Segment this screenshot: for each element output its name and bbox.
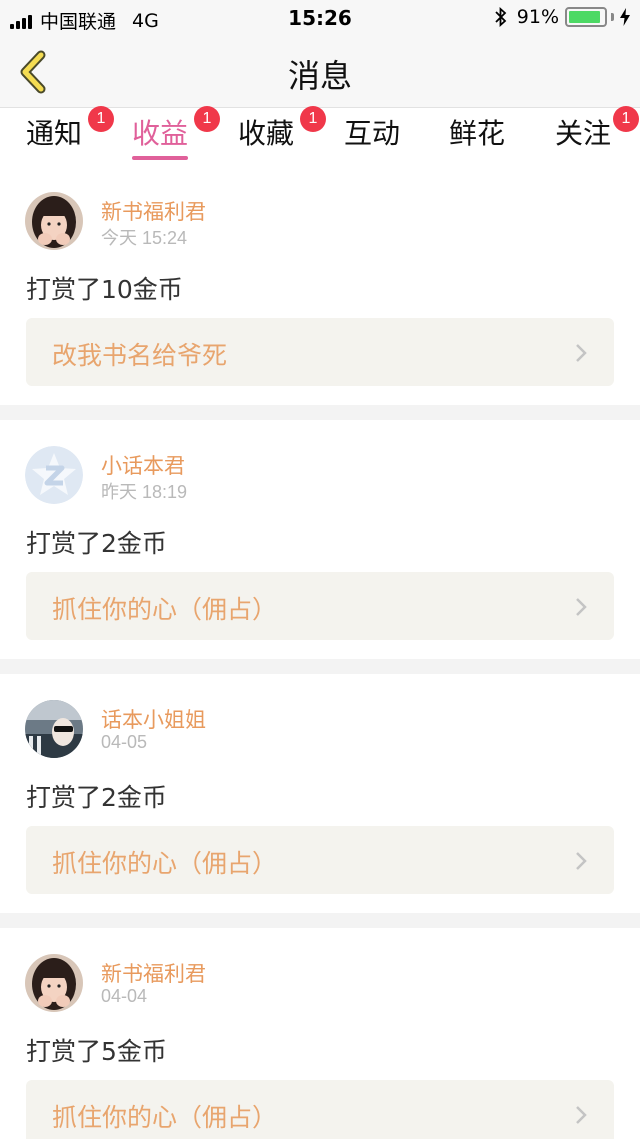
- sender-name[interactable]: 小话本君: [101, 450, 185, 480]
- message-time: 昨天 18:19: [101, 482, 188, 502]
- tab-following[interactable]: 关注 1: [543, 106, 639, 166]
- unread-badge: 1: [194, 106, 220, 132]
- book-title: 抓住你的心（佣占）: [52, 595, 278, 624]
- reward-text: 打赏了2金币: [26, 783, 167, 812]
- tab-earnings[interactable]: 收益 1: [120, 106, 220, 166]
- chevron-right-icon: [576, 344, 587, 362]
- divider: [0, 913, 640, 928]
- divider: [0, 405, 640, 420]
- sender-name[interactable]: 话本小姐姐: [101, 704, 206, 734]
- status-bar: 中国联通 4G 15:26 91%: [0, 0, 640, 36]
- battery-icon: [565, 7, 607, 27]
- reward-text: 打赏了2金币: [26, 529, 167, 558]
- reward-message-card: 新书福利君 今天 15:24 打赏了10金币 改我书名给爷死: [0, 166, 640, 405]
- message-time: 今天 15:24: [101, 228, 188, 248]
- book-title: 改我书名给爷死: [52, 341, 228, 370]
- tab-label: 收益: [131, 117, 188, 150]
- sender-name[interactable]: 新书福利君: [101, 958, 206, 988]
- reward-message-card: 话本小姐姐 04-05 打赏了2金币 抓住你的心（佣占）: [0, 674, 640, 913]
- reward-text: 打赏了5金币: [26, 1037, 167, 1066]
- message-feed: 新书福利君 今天 15:24 打赏了10金币 改我书名给爷死 小话本君 昨天 1…: [0, 166, 640, 1139]
- bluetooth-icon: [495, 7, 507, 27]
- book-link[interactable]: 抓住你的心（佣占）: [26, 826, 614, 894]
- sender-name[interactable]: 新书福利君: [101, 196, 206, 226]
- chevron-right-icon: [576, 1106, 587, 1124]
- tab-label: 收藏: [237, 117, 294, 150]
- chevron-right-icon: [576, 598, 587, 616]
- status-right: 91%: [495, 6, 630, 28]
- tab-label: 鲜花: [448, 117, 505, 150]
- battery-fill: [569, 11, 600, 23]
- charging-icon: [620, 8, 630, 26]
- book-link[interactable]: 抓住你的心（佣占）: [26, 1080, 614, 1139]
- tab-label: 互动: [343, 117, 400, 150]
- sunglasses-avatar-icon[interactable]: [25, 700, 83, 758]
- reward-message-card: 新书福利君 04-04 打赏了5金币 抓住你的心（佣占）: [0, 928, 640, 1139]
- girl-avatar-icon[interactable]: [25, 192, 83, 250]
- tab-notifications[interactable]: 通知 1: [14, 106, 114, 166]
- battery-percent: 91%: [516, 6, 559, 28]
- book-title: 抓住你的心（佣占）: [52, 1103, 278, 1132]
- divider: [0, 659, 640, 674]
- tab-favorites[interactable]: 收藏 1: [226, 106, 326, 166]
- reward-text: 打赏了10金币: [26, 275, 183, 304]
- book-link[interactable]: 改我书名给爷死: [26, 318, 614, 386]
- book-title: 抓住你的心（佣占）: [52, 849, 278, 878]
- tab-interactions[interactable]: 互动: [332, 114, 412, 166]
- z-logo-avatar-icon[interactable]: [25, 446, 83, 504]
- reward-message-card: 小话本君 昨天 18:19 打赏了2金币 抓住你的心（佣占）: [0, 420, 640, 659]
- page-title: 消息: [287, 57, 352, 95]
- unread-badge: 1: [613, 106, 639, 132]
- chevron-right-icon: [576, 852, 587, 870]
- nav-bar: 消息: [0, 36, 640, 108]
- girl-avatar-icon[interactable]: [25, 954, 83, 1012]
- tab-flowers[interactable]: 鲜花: [437, 114, 517, 166]
- tab-label: 关注: [554, 117, 611, 150]
- battery-tip: [611, 13, 614, 21]
- book-link[interactable]: 抓住你的心（佣占）: [26, 572, 614, 640]
- message-time: 04-04: [101, 986, 148, 1006]
- tab-label: 通知: [25, 117, 82, 150]
- unread-badge: 1: [88, 106, 114, 132]
- unread-badge: 1: [300, 106, 326, 132]
- tab-bar: 通知 1 收益 1 收藏 1 互动 鲜花 关注 1: [0, 106, 640, 166]
- message-time: 04-05: [101, 732, 148, 752]
